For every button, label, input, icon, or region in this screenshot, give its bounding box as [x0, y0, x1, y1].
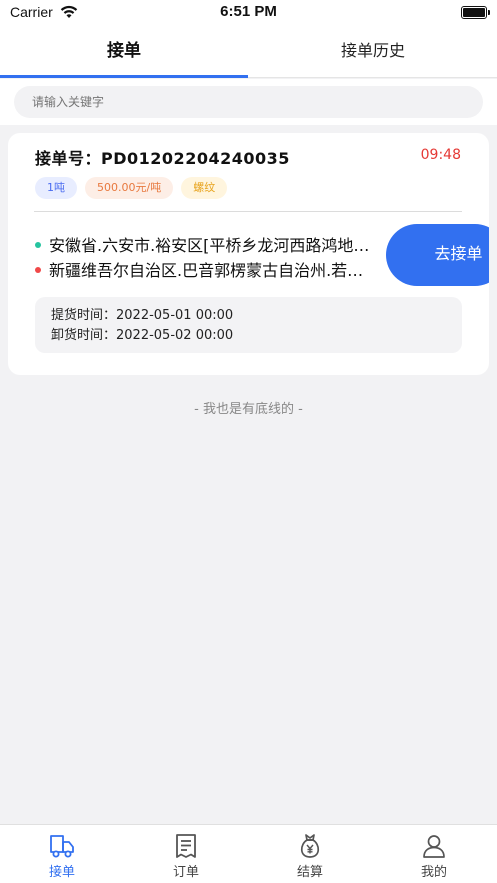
tabbar-label-mine: 我的	[420, 865, 447, 880]
tabbar-label-orders: 订单	[172, 865, 199, 880]
bottom-tabbar: 接单 订单 结算 我的	[0, 824, 497, 883]
unload-time-row: 卸货时间：2022-05-02 00:00	[51, 326, 462, 346]
person-icon	[423, 835, 445, 858]
price-tag: 500.00元/吨	[85, 177, 174, 199]
top-tabs: 接单 接单历史	[0, 28, 497, 78]
unload-time-label: 卸货时间：	[51, 328, 117, 343]
order-number-value: PD01202204240035	[101, 149, 290, 168]
battery-icon	[461, 6, 490, 19]
accept-order-button[interactable]: 去接单	[386, 224, 489, 286]
destination-address: 新疆维吾尔自治区.巴音郭楞蒙古自治州.若…	[35, 257, 385, 281]
money-bag-icon	[300, 834, 320, 858]
pickup-time-label: 提货时间：	[51, 308, 117, 323]
schedule-box: 提货时间：2022-05-01 00:00 卸货时间：2022-05-02 00…	[35, 297, 462, 353]
document-icon	[176, 834, 196, 858]
divider	[34, 211, 462, 212]
order-number: 接单号：PD01202204240035	[35, 145, 290, 169]
weight-tag: 1吨	[35, 177, 77, 199]
countdown-timer: 09:48	[420, 147, 461, 163]
pickup-time-value: 2022-05-01 00:00	[116, 308, 234, 323]
tabbar-label-accept: 接单	[48, 865, 75, 880]
truck-icon	[50, 835, 74, 858]
search-input[interactable]	[14, 86, 483, 118]
list-end-text: - 我也是有底线的 -	[194, 402, 303, 417]
clock: 6:51 PM	[220, 3, 277, 20]
destination-dot-icon	[35, 266, 41, 273]
active-tab-indicator	[0, 75, 248, 78]
origin-dot-icon	[35, 241, 41, 248]
origin-address: 安徽省.六安市.裕安区[平桥乡龙河西路鸿地…	[35, 232, 385, 256]
tabbar-item-accept[interactable]: 接单	[0, 825, 124, 883]
tabbar-item-settlement[interactable]: 结算	[248, 825, 372, 883]
destination-address-text: 新疆维吾尔自治区.巴音郭楞蒙古自治州.若…	[49, 261, 364, 280]
tab-accept-history[interactable]: 接单历史	[249, 28, 497, 78]
tabbar-label-settlement: 结算	[296, 865, 323, 880]
tabbar-item-mine[interactable]: 我的	[372, 825, 496, 883]
unload-time-value: 2022-05-02 00:00	[116, 328, 234, 343]
order-number-label: 接单号：	[35, 149, 102, 168]
order-tags: 1吨 500.00元/吨 螺纹	[35, 177, 228, 199]
search-bar	[0, 79, 497, 125]
order-card[interactable]: 接单号：PD01202204240035 09:48 1吨 500.00元/吨 …	[8, 133, 489, 375]
tab-accept-order[interactable]: 接单	[0, 28, 248, 78]
status-bar: Carrier 6:51 PM	[0, 0, 497, 28]
origin-address-text: 安徽省.六安市.裕安区[平桥乡龙河西路鸿地…	[49, 236, 370, 255]
tabbar-item-orders[interactable]: 订单	[124, 825, 248, 883]
pickup-time-row: 提货时间：2022-05-01 00:00	[51, 306, 462, 326]
cargo-tag: 螺纹	[181, 177, 228, 199]
